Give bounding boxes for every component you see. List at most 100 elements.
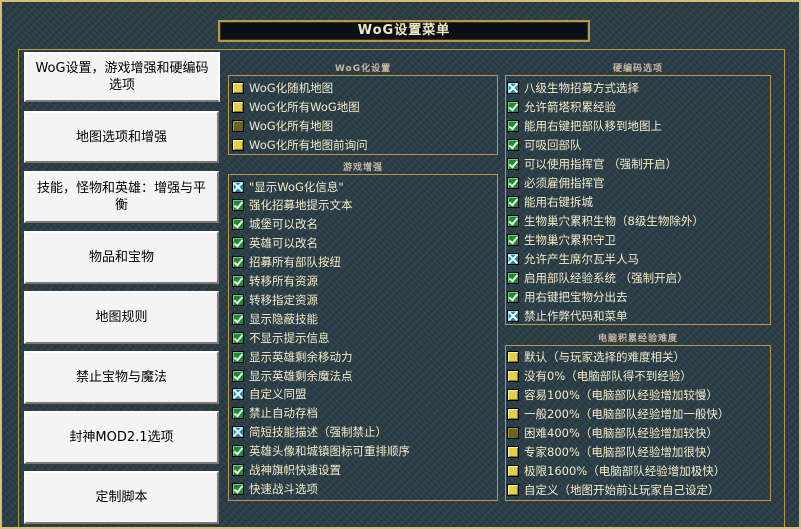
radio-box-icon[interactable] (507, 369, 519, 382)
enhance-option[interactable]: 城堡可以改名 (232, 215, 318, 234)
ai-exp-option[interactable]: 专家800%（电脑部队经验增加很快） (507, 442, 718, 461)
wog-setting-option[interactable]: WoG化所有WoG地图 (232, 97, 360, 116)
check-checkbox-icon[interactable] (507, 195, 519, 208)
check-checkbox-icon[interactable] (232, 218, 244, 231)
check-checkbox-icon[interactable] (507, 233, 519, 246)
hardcode-option[interactable]: 用右键把宝物分出去 (507, 287, 628, 306)
enhance-option[interactable]: 显示英雄剩余魔法点 (232, 366, 353, 385)
enhance-option[interactable]: 显示英雄剩余移动力 (232, 347, 353, 366)
hardcode-option[interactable]: 能用右键把部队移到地图上 (507, 116, 662, 135)
wog-setting-option[interactable]: WoG化所有地图 (232, 116, 333, 135)
tab-label: 禁止宝物与魔法 (75, 370, 167, 385)
enhance-option[interactable]: 强化招募地提示文本 (232, 196, 353, 215)
tab-label: 封神MOD2.1选项 (69, 430, 174, 445)
check-checkbox-icon[interactable] (232, 256, 244, 269)
cross-checkbox-icon[interactable] (232, 426, 244, 439)
tab-mod-options[interactable]: 封神MOD2.1选项 (24, 411, 219, 464)
check-checkbox-icon[interactable] (507, 157, 519, 170)
tab-map-rules[interactable]: 地图规则 (24, 291, 219, 344)
radio-box-icon[interactable] (507, 426, 519, 439)
check-checkbox-icon[interactable] (507, 290, 519, 303)
check-checkbox-icon[interactable] (507, 100, 519, 113)
hardcode-option[interactable]: 可以使用指挥官 （强制开启） (507, 154, 677, 173)
option-label: 启用部队经验系统 （强制开启） (524, 270, 689, 285)
hardcode-option[interactable]: 禁止作弊代码和菜单 (507, 306, 628, 325)
hardcode-option[interactable]: 能用右键拆城 (507, 192, 593, 211)
radio-box-icon[interactable] (232, 81, 244, 94)
hardcode-option[interactable]: 启用部队经验系统 （强制开启） (507, 268, 689, 287)
enhance-option[interactable]: 英雄可以改名 (232, 234, 318, 253)
radio-box-icon[interactable] (507, 407, 519, 420)
check-checkbox-icon[interactable] (232, 237, 244, 250)
hardcode-option[interactable]: 八级生物招募方式选择 (507, 78, 639, 97)
wog-setting-option[interactable]: WoG化所有地图前询问 (232, 135, 368, 154)
radio-box-icon[interactable] (507, 464, 519, 477)
check-checkbox-icon[interactable] (507, 138, 519, 151)
enhance-option[interactable]: 战神旗帜快速设置 (232, 461, 341, 480)
cross-checkbox-icon[interactable] (232, 180, 244, 193)
option-label: WoG化随机地图 (249, 80, 334, 95)
tab-wog-settings[interactable]: WoG设置，游戏增强和硬编码选项 (24, 52, 220, 102)
cross-checkbox-icon[interactable] (507, 252, 519, 265)
enhance-option[interactable]: 自定义同盟 (232, 385, 307, 404)
hardcode-option[interactable]: 允许箭塔积累经验 (507, 97, 616, 116)
cross-checkbox-icon[interactable] (507, 309, 519, 322)
enhance-option[interactable]: 禁止自动存档 (232, 404, 318, 423)
check-checkbox-icon[interactable] (232, 369, 244, 382)
hardcode-option[interactable]: 必须雇佣指挥官 (507, 173, 605, 192)
ai-exp-option[interactable]: 容易100%（电脑部队经验增加较慢） (507, 385, 718, 404)
enhance-option[interactable]: "显示WoG化信息" (232, 177, 344, 196)
ai-exp-option[interactable]: 自定义（地图开始前让玩家自己设定） (507, 480, 720, 499)
option-label: 允许箭塔积累经验 (524, 99, 616, 114)
check-checkbox-icon[interactable] (232, 293, 244, 306)
radio-box-icon[interactable] (232, 100, 244, 113)
option-label: 自定义（地图开始前让玩家自己设定） (524, 482, 720, 497)
check-checkbox-icon[interactable] (232, 312, 244, 325)
hardcode-option[interactable]: 允许产生席尔瓦半人马 (507, 249, 639, 268)
check-checkbox-icon[interactable] (507, 119, 519, 132)
check-checkbox-icon[interactable] (232, 445, 244, 458)
tab-custom-scripts[interactable]: 定制脚本 (24, 471, 219, 524)
wog-setting-option[interactable]: WoG化随机地图 (232, 78, 333, 97)
enhance-option[interactable]: 招募所有部队按纽 (232, 253, 341, 272)
radio-box-icon[interactable] (507, 350, 519, 363)
ai-exp-option[interactable]: 默认（与玩家选择的难度相关） (507, 347, 685, 366)
enhance-option[interactable]: 不显示提示信息 (232, 328, 330, 347)
check-checkbox-icon[interactable] (507, 214, 519, 227)
hardcode-option[interactable]: 生物巢穴累积生物（8级生物除外） (507, 211, 704, 230)
check-checkbox-icon[interactable] (232, 407, 244, 420)
radio-box-icon[interactable] (507, 483, 519, 496)
option-label: 简短技能描述（强制禁止） (249, 425, 387, 440)
cross-checkbox-icon[interactable] (507, 81, 519, 94)
check-checkbox-icon[interactable] (507, 176, 519, 189)
enhance-option[interactable]: 快速战斗选项 (232, 479, 318, 498)
check-checkbox-icon[interactable] (507, 271, 519, 284)
ai-exp-option[interactable]: 一般200%（电脑部队经验增加一般快） (507, 404, 729, 423)
check-checkbox-icon[interactable] (232, 464, 244, 476)
check-checkbox-icon[interactable] (232, 199, 244, 212)
enhance-option[interactable]: 英雄头像和城镇图标可重排顺序 (232, 442, 410, 461)
check-checkbox-icon[interactable] (232, 350, 244, 363)
enhance-option[interactable]: 显示隐蔽技能 (232, 309, 318, 328)
radio-box-icon[interactable] (507, 445, 519, 458)
check-checkbox-icon[interactable] (232, 275, 244, 287)
ai-exp-option[interactable]: 极限1600%（电脑部队经验增加极快） (507, 461, 725, 480)
option-label: 禁止自动存档 (249, 406, 318, 421)
cross-checkbox-icon[interactable] (232, 388, 244, 401)
enhance-option[interactable]: 转移指定资源 (232, 290, 318, 309)
check-checkbox-icon[interactable] (232, 331, 244, 344)
enhance-option[interactable]: 简短技能描述（强制禁止） (232, 423, 387, 442)
radio-box-icon[interactable] (232, 138, 244, 151)
radio-box-icon[interactable] (507, 388, 519, 401)
hardcode-option[interactable]: 生物巢穴累积守卫 (507, 230, 616, 249)
radio-box-icon[interactable] (232, 119, 244, 132)
tab-banned-artifacts-spells[interactable]: 禁止宝物与魔法 (24, 351, 219, 404)
ai-exp-option[interactable]: 没有0%（电脑部队得不到经验） (507, 366, 692, 385)
ai-exp-option[interactable]: 困难400%（电脑部队经验增加较快） (507, 423, 718, 442)
tab-map-options[interactable]: 地图选项和增强 (24, 111, 219, 163)
check-checkbox-icon[interactable] (232, 482, 244, 495)
tab-items-artifacts[interactable]: 物品和宝物 (24, 231, 219, 284)
hardcode-option[interactable]: 可吸回部队 (507, 135, 582, 154)
tab-skills-monsters-heroes[interactable]: 技能，怪物和英雄：增强与平衡 (24, 171, 219, 223)
enhance-option[interactable]: 转移所有资源 (232, 272, 318, 291)
